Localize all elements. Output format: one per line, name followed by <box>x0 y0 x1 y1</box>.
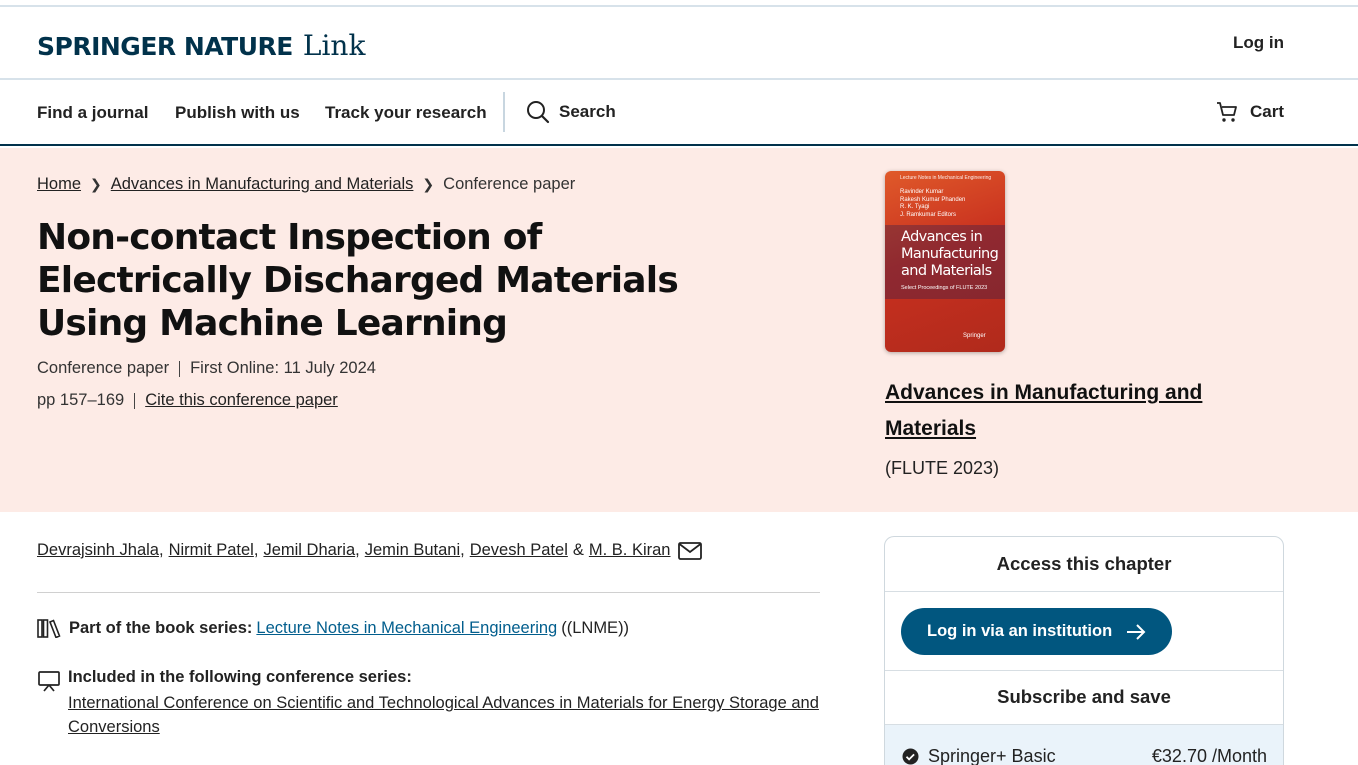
nav-track-research[interactable]: Track your research <box>325 103 487 123</box>
book-title-link[interactable]: Advances in Manufacturing and Materials <box>885 375 1225 447</box>
check-circle-icon <box>902 748 919 765</box>
book-series-label: Part of the book series: <box>69 618 253 637</box>
cover-editor: R. K. Tyagi <box>900 204 930 210</box>
first-online-date: First Online: 11 July 2024 <box>190 359 376 377</box>
cart-icon <box>1216 102 1237 122</box>
author-comma: , <box>460 541 465 559</box>
books-icon <box>37 619 61 638</box>
divider <box>885 670 1283 671</box>
site-header: SPRINGER NATURE Link Log in <box>0 7 1358 80</box>
book-series-link[interactable]: Lecture Notes in Mechanical Engineering <box>256 619 557 638</box>
search-button[interactable]: Search <box>526 100 616 124</box>
meta-separator <box>134 392 136 409</box>
nav-divider <box>503 92 505 132</box>
breadcrumb-book[interactable]: Advances in Manufacturing and Materials <box>111 175 414 194</box>
logo-brand: SPRINGER NATURE <box>37 32 293 61</box>
plan-price: €32.70 /Month <box>1151 746 1267 765</box>
author-link[interactable]: Jemin Butani <box>365 541 460 560</box>
article-meta-line1: Conference paper First Online: 11 July 2… <box>37 359 376 378</box>
book-cover-image[interactable]: Lecture Notes in Mechanical Engineering … <box>885 171 1005 352</box>
springer-nature-link-logo[interactable]: SPRINGER NATURE Link <box>37 29 365 62</box>
author-link[interactable]: Devesh Patel <box>470 541 568 560</box>
author-ampersand: & <box>572 541 584 559</box>
author-link[interactable]: Nirmit Patel <box>169 541 254 560</box>
cite-paper-link[interactable]: Cite this conference paper <box>145 391 338 410</box>
cover-editor: J. Ramkumar Editors <box>900 211 957 218</box>
book-series-abbr: ((LNME)) <box>561 618 630 637</box>
cover-editor: Rakesh Kumar Phanden <box>900 196 966 203</box>
institution-login-button[interactable]: Log in via an institution <box>901 608 1172 655</box>
cover-editor: Ravinder Kumar <box>900 189 944 195</box>
cover-series: Lecture Notes in Mechanical Engineering <box>900 175 992 181</box>
cart-button[interactable]: Cart <box>1215 100 1284 124</box>
book-subtitle: (FLUTE 2023) <box>885 458 1000 478</box>
plan-name: Springer+ Basic <box>902 746 1056 765</box>
author-comma: , <box>158 541 164 559</box>
conference-series-label: Included in the following conference ser… <box>68 668 412 686</box>
cover-subtitle: Select Proceedings of FLUTE 2023 <box>901 285 988 291</box>
chevron-right-icon: ❯ <box>90 176 102 192</box>
institution-login-label: Log in via an institution <box>927 622 1113 640</box>
cart-label: Cart <box>1249 102 1284 121</box>
author-link[interactable]: Devrajsinh Jhala <box>37 541 159 560</box>
login-link[interactable]: Log in <box>1233 33 1284 53</box>
book-series-row: Part of the book series: Lecture Notes i… <box>37 618 629 638</box>
search-icon <box>527 101 550 124</box>
author-link[interactable]: M. B. Kiran <box>589 541 671 560</box>
search-label: Search <box>559 102 616 121</box>
breadcrumb-home[interactable]: Home <box>37 175 81 194</box>
email-icon[interactable] <box>678 541 703 560</box>
article-title: Non-contact Inspection of Electrically D… <box>37 217 679 344</box>
divider <box>37 592 820 593</box>
article-meta-line2: pp 157–169 Cite this conference paper <box>37 391 338 410</box>
article-type: Conference paper <box>37 359 170 377</box>
nav-find-journal[interactable]: Find a journal <box>37 103 148 123</box>
chevron-right-icon: ❯ <box>422 176 435 192</box>
subscription-plan-row[interactable]: Springer+ Basic €32.70 /Month <box>885 724 1283 765</box>
conference-series-link[interactable]: International Conference on Scientific a… <box>68 691 828 739</box>
plan-name-label: Springer+ Basic <box>928 746 1056 765</box>
subscribe-title: Subscribe and save <box>997 686 1171 707</box>
nav-publish-with-us[interactable]: Publish with us <box>175 103 300 123</box>
presentation-icon <box>37 670 61 697</box>
divider <box>885 591 1283 592</box>
logo-suffix: Link <box>302 29 366 62</box>
author-link[interactable]: Jemil Dharia <box>263 541 355 560</box>
cover-title: Advances in Manufacturing and Materials <box>901 229 999 279</box>
author-comma: , <box>253 541 259 559</box>
author-comma: , <box>355 541 360 559</box>
meta-separator <box>179 360 181 377</box>
main-nav: Find a journal Publish with us Track you… <box>0 80 1358 146</box>
access-title: Access this chapter <box>996 553 1172 574</box>
access-chapter-panel: Access this chapter Log in via an instit… <box>884 536 1284 765</box>
cover-editors: Ravinder Kumar Rakesh Kumar Phanden R. K… <box>900 189 965 219</box>
cover-publisher: Springer <box>963 333 986 339</box>
page-range: pp 157–169 <box>37 391 125 409</box>
author-list: Devrajsinh Jhala, Nirmit Patel, Jemil Dh… <box>37 541 703 560</box>
article-hero: Home ❯ Advances in Manufacturing and Mat… <box>0 148 1358 512</box>
breadcrumb: Home ❯ Advances in Manufacturing and Mat… <box>37 175 575 194</box>
arrow-right-icon <box>1127 623 1146 640</box>
breadcrumb-current: Conference paper <box>443 175 576 193</box>
